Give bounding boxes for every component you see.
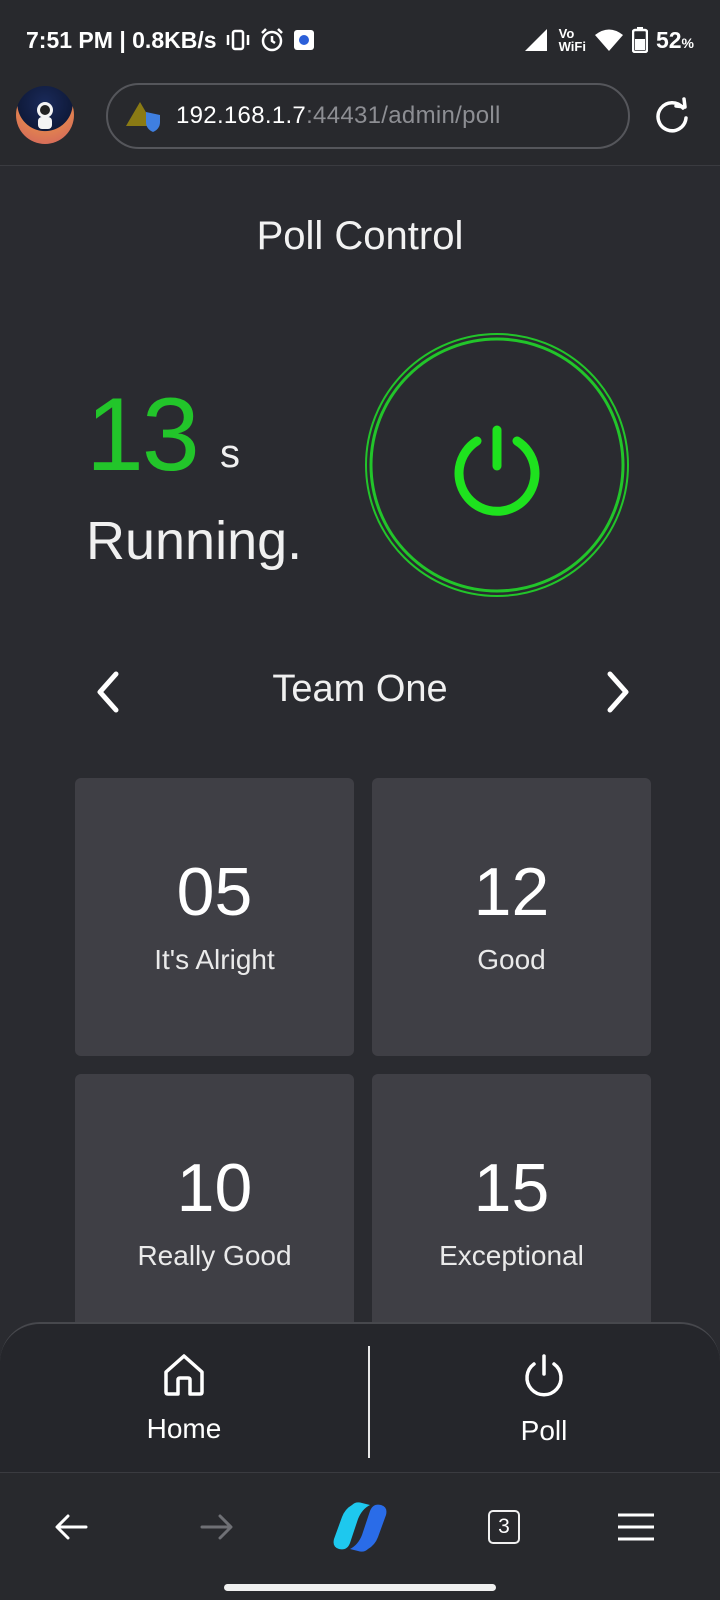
wifi-icon — [594, 28, 624, 52]
url-text[interactable]: 192.168.1.7:44431/admin/poll — [176, 102, 501, 130]
result-label: Really Good — [137, 1240, 292, 1271]
result-card: 15 Exceptional — [372, 1074, 651, 1352]
nav-home-label: Home — [146, 1413, 222, 1444]
result-label: Good — [477, 944, 546, 975]
nav-poll[interactable]: Poll — [444, 1352, 644, 1447]
result-card: 12 Good — [372, 778, 651, 1056]
menu-icon[interactable] — [612, 1503, 660, 1551]
power-icon — [454, 425, 540, 516]
battery-value: 52 — [655, 26, 682, 53]
signal-icon — [523, 27, 551, 53]
security-warning-icon[interactable] — [126, 100, 162, 132]
result-count: 05 — [176, 854, 253, 930]
battery-level: 52% — [656, 27, 694, 54]
timer-unit: s — [220, 432, 240, 476]
power-toggle-button[interactable] — [362, 330, 632, 600]
nav-home[interactable]: Home — [84, 1352, 284, 1445]
power-icon — [520, 1352, 568, 1405]
tab-switcher-button[interactable]: 3 — [480, 1503, 528, 1551]
screen: 7:51 PM | 0.8KB/s Vo WiFi 52% 192.168.1.… — [0, 0, 720, 1600]
result-label: It's Alright — [154, 944, 275, 975]
battery-icon — [631, 27, 648, 53]
tab-count: 3 — [488, 1510, 520, 1544]
vowifi-bottom: WiFi — [558, 39, 586, 54]
status-time-speed: 7:51 PM | 0.8KB/s — [26, 26, 217, 53]
result-label: Exceptional — [439, 1240, 584, 1271]
url-path: :44431/admin/poll — [306, 102, 501, 129]
app-notification-icon — [293, 29, 315, 51]
chevron-right-icon[interactable] — [598, 668, 638, 716]
avatar[interactable] — [16, 86, 74, 144]
vibrate-icon — [225, 29, 251, 51]
nav-divider — [368, 1346, 370, 1458]
result-count: 15 — [473, 1150, 550, 1226]
url-host: 192.168.1.7 — [176, 102, 307, 129]
status-right: Vo WiFi 52% — [523, 27, 694, 54]
vowifi-indicator: Vo WiFi — [559, 27, 586, 53]
forward-arrow-icon[interactable] — [192, 1503, 240, 1551]
bottom-nav: Home Poll — [0, 1322, 720, 1472]
result-card: 10 Really Good — [75, 1074, 354, 1352]
browser-address-bar: 192.168.1.7:44431/admin/poll — [0, 80, 720, 166]
status-bar: 7:51 PM | 0.8KB/s Vo WiFi 52% — [0, 0, 720, 80]
alarm-icon — [259, 27, 285, 53]
home-icon — [161, 1352, 207, 1403]
timer-value: 13 — [86, 377, 200, 493]
battery-unit: % — [681, 34, 694, 51]
browser-toolbar: 3 — [0, 1472, 720, 1600]
poll-status: Running. — [86, 511, 303, 571]
page-title: Poll Control — [256, 214, 464, 258]
reload-icon[interactable] — [652, 96, 692, 136]
url-bar[interactable]: 192.168.1.7:44431/admin/poll — [106, 83, 630, 149]
copilot-icon[interactable] — [330, 1497, 390, 1557]
result-count: 12 — [473, 854, 550, 930]
back-arrow-icon[interactable] — [48, 1503, 96, 1551]
result-card: 05 It's Alright — [75, 778, 354, 1056]
home-indicator[interactable] — [224, 1584, 496, 1591]
result-count: 10 — [176, 1150, 253, 1226]
status-left: 7:51 PM | 0.8KB/s — [26, 27, 315, 54]
nav-poll-label: Poll — [520, 1415, 568, 1446]
